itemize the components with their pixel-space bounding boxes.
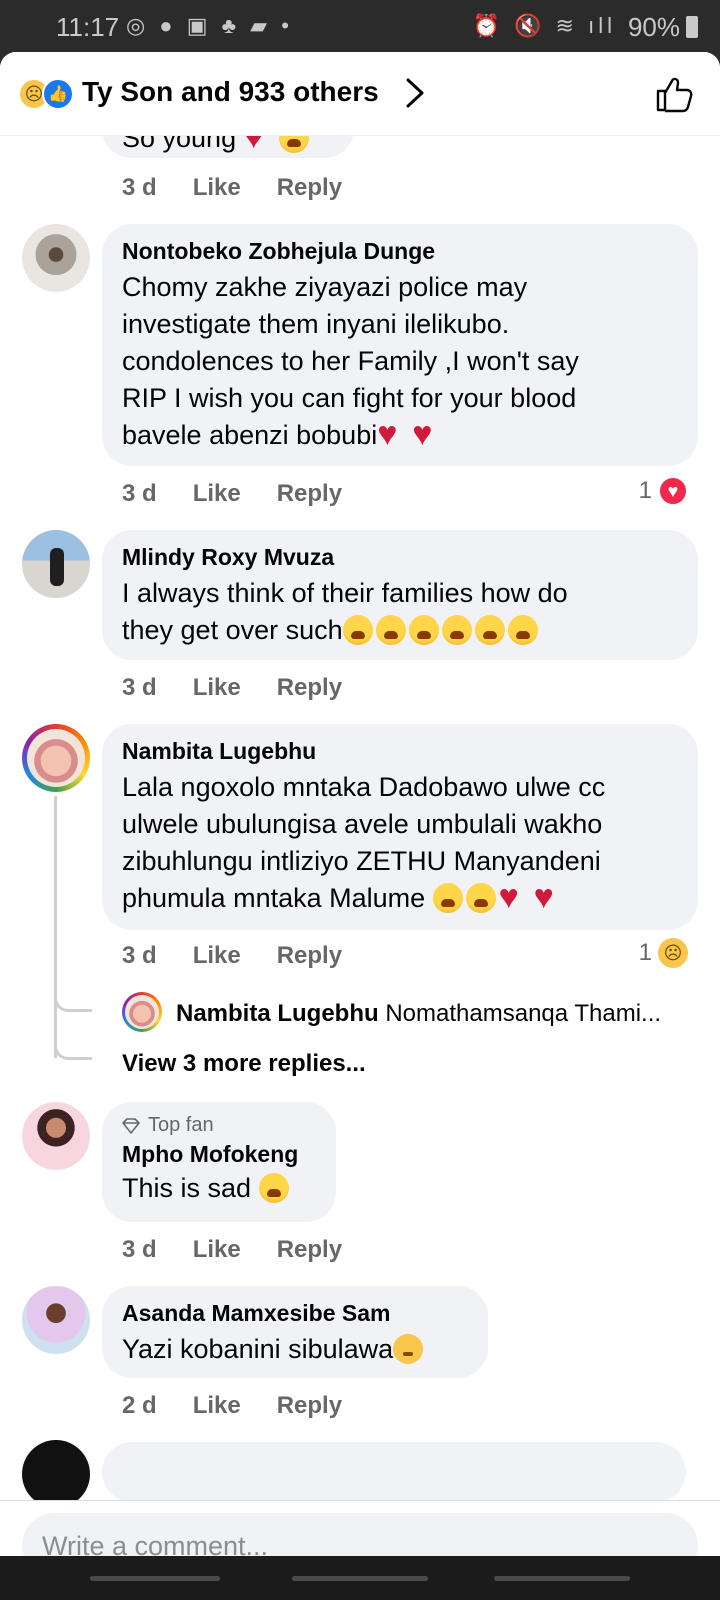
commenter-name[interactable]: Asanda Mamxesibe Sam: [122, 1300, 468, 1327]
comment-time: 3 d: [122, 942, 157, 969]
comment-meta: 3 d Like Reply: [122, 1236, 342, 1264]
love-reaction-icon: ♥: [658, 476, 688, 506]
comment-bubble[interactable]: Mlindy Roxy Mvuza I always think of thei…: [102, 530, 698, 660]
reactors-link[interactable]: Ty Son and 933 others: [82, 76, 379, 108]
reply-author: Nambita Lugebhu: [176, 1000, 379, 1027]
avatar[interactable]: [22, 224, 90, 292]
thread-connector: [54, 990, 92, 1012]
system-navigation-bar: [0, 1556, 720, 1600]
comment-time: 3 d: [122, 174, 157, 201]
like-button[interactable]: Like: [193, 674, 241, 702]
sad-tear-emoji: [393, 1334, 424, 1364]
reply-button[interactable]: Reply: [277, 942, 342, 970]
sheet-header: ☹ 👍 Ty Son and 933 others: [0, 52, 720, 136]
avatar[interactable]: [122, 992, 162, 1032]
comment-text: Yazi kobanini sibulawa: [122, 1331, 468, 1368]
crying-emoji: [342, 615, 373, 645]
diamond-icon: [122, 1117, 140, 1134]
reaction-count[interactable]: 1 ☹: [639, 938, 688, 968]
sad-reaction-icon: ☹: [658, 938, 688, 968]
comment-bubble[interactable]: [102, 1442, 686, 1502]
reply-button[interactable]: Reply: [277, 480, 342, 508]
status-bar: 11:17 ◎ ● ▣ ♣ ▰ • ⏰ 🔇 ≋ ıll 90%: [0, 0, 720, 52]
comment-time: 3 d: [122, 674, 157, 701]
reply-button[interactable]: Reply: [277, 174, 342, 202]
comment-bubble[interactable]: Nambita Lugebhu Lala ngoxolo mntaka Dado…: [102, 724, 698, 930]
reply-preview[interactable]: Nambita Lugebhu Nomathamsanqa Thami...: [176, 1000, 661, 1028]
like-button[interactable]: Like: [193, 174, 241, 202]
reply-button[interactable]: Reply: [277, 674, 342, 702]
broken-heart-emoji: [534, 883, 566, 913]
like-button[interactable]: Like: [193, 480, 241, 508]
comment-text: I always think of their families how do …: [122, 578, 568, 645]
crying-emoji: [432, 883, 463, 913]
chevron-right-icon[interactable]: [404, 76, 426, 110]
reaction-count[interactable]: 1 ♥: [639, 476, 688, 506]
reply-button[interactable]: Reply: [277, 1236, 342, 1264]
broken-heart-emoji: [499, 883, 531, 913]
system-icons: ⏰ 🔇 ≋ ıll: [472, 13, 616, 38]
top-fan-badge: Top fan: [122, 1114, 316, 1137]
reply-text: Nomathamsanqa Thami...: [385, 1000, 662, 1027]
avatar[interactable]: [22, 724, 90, 792]
comment-meta: 3 d Like Reply: [122, 674, 342, 702]
notification-icons: ◎ ● ▣ ♣ ▰ •: [126, 13, 293, 38]
back-button[interactable]: [494, 1576, 630, 1581]
comment-time: 3 d: [122, 480, 157, 507]
commenter-name[interactable]: Nambita Lugebhu: [122, 738, 678, 765]
crying-emoji: [375, 615, 406, 645]
commenter-name[interactable]: Mpho Mofokeng: [122, 1141, 316, 1168]
comment-bubble[interactable]: Top fan Mpho Mofokeng This is sad: [102, 1102, 336, 1222]
crying-emoji: [465, 883, 496, 913]
commenter-name[interactable]: Nontobeko Zobhejula Dunge: [122, 238, 678, 265]
status-time: 11:17: [56, 12, 120, 42]
battery-icon: [686, 16, 698, 38]
reaction-summary[interactable]: ☹ 👍: [18, 78, 76, 110]
comment-time: 2 d: [122, 1392, 157, 1419]
reply-button[interactable]: Reply: [277, 1392, 342, 1420]
comment-bubble[interactable]: Nontobeko Zobhejula Dunge Chomy zakhe zi…: [102, 224, 698, 466]
battery-percent: 90%: [627, 12, 680, 42]
comment-text: This is sad: [122, 1170, 316, 1207]
crying-emoji: [507, 615, 538, 645]
comment-meta: 3 d Like Reply: [122, 174, 342, 202]
crying-emoji: [474, 615, 505, 645]
thread-line: [54, 796, 57, 1058]
comment-time: 3 d: [122, 1236, 157, 1263]
avatar[interactable]: [22, 1440, 90, 1508]
commenter-name[interactable]: Mlindy Roxy Mvuza: [122, 544, 678, 571]
like-outline-icon[interactable]: [654, 74, 694, 114]
crying-emoji: [408, 615, 439, 645]
comment-bubble[interactable]: Asanda Mamxesibe Sam Yazi kobanini sibul…: [102, 1286, 488, 1378]
thread-connector: [54, 1038, 92, 1060]
comment-text: Lala ngoxolo mntaka Dadobawo ulwe cc ulw…: [122, 769, 678, 917]
comment-meta: 3 d Like Reply: [122, 480, 342, 508]
view-more-replies-link[interactable]: View 3 more replies...: [122, 1050, 366, 1078]
comment-meta: 2 d Like Reply: [122, 1392, 342, 1420]
like-button[interactable]: Like: [193, 1236, 241, 1264]
avatar[interactable]: [22, 1102, 90, 1170]
comment-meta: 3 d Like Reply: [122, 942, 342, 970]
avatar[interactable]: [22, 530, 90, 598]
like-button[interactable]: Like: [193, 1392, 241, 1420]
reactions-comments-sheet: ☹ 👍 Ty Son and 933 others So young 3 d L…: [0, 52, 720, 1600]
like-reaction-icon: 👍: [42, 78, 74, 110]
broken-heart-emoji: [377, 420, 409, 450]
crying-emoji: [258, 1173, 289, 1203]
like-button[interactable]: Like: [193, 942, 241, 970]
avatar[interactable]: [22, 1286, 90, 1354]
home-button[interactable]: [292, 1576, 428, 1581]
crying-emoji: [441, 615, 472, 645]
comment-text: Chomy zakhe ziyayazi police may investig…: [122, 269, 678, 454]
recent-apps-button[interactable]: [90, 1576, 220, 1581]
broken-heart-emoji: [412, 420, 444, 450]
